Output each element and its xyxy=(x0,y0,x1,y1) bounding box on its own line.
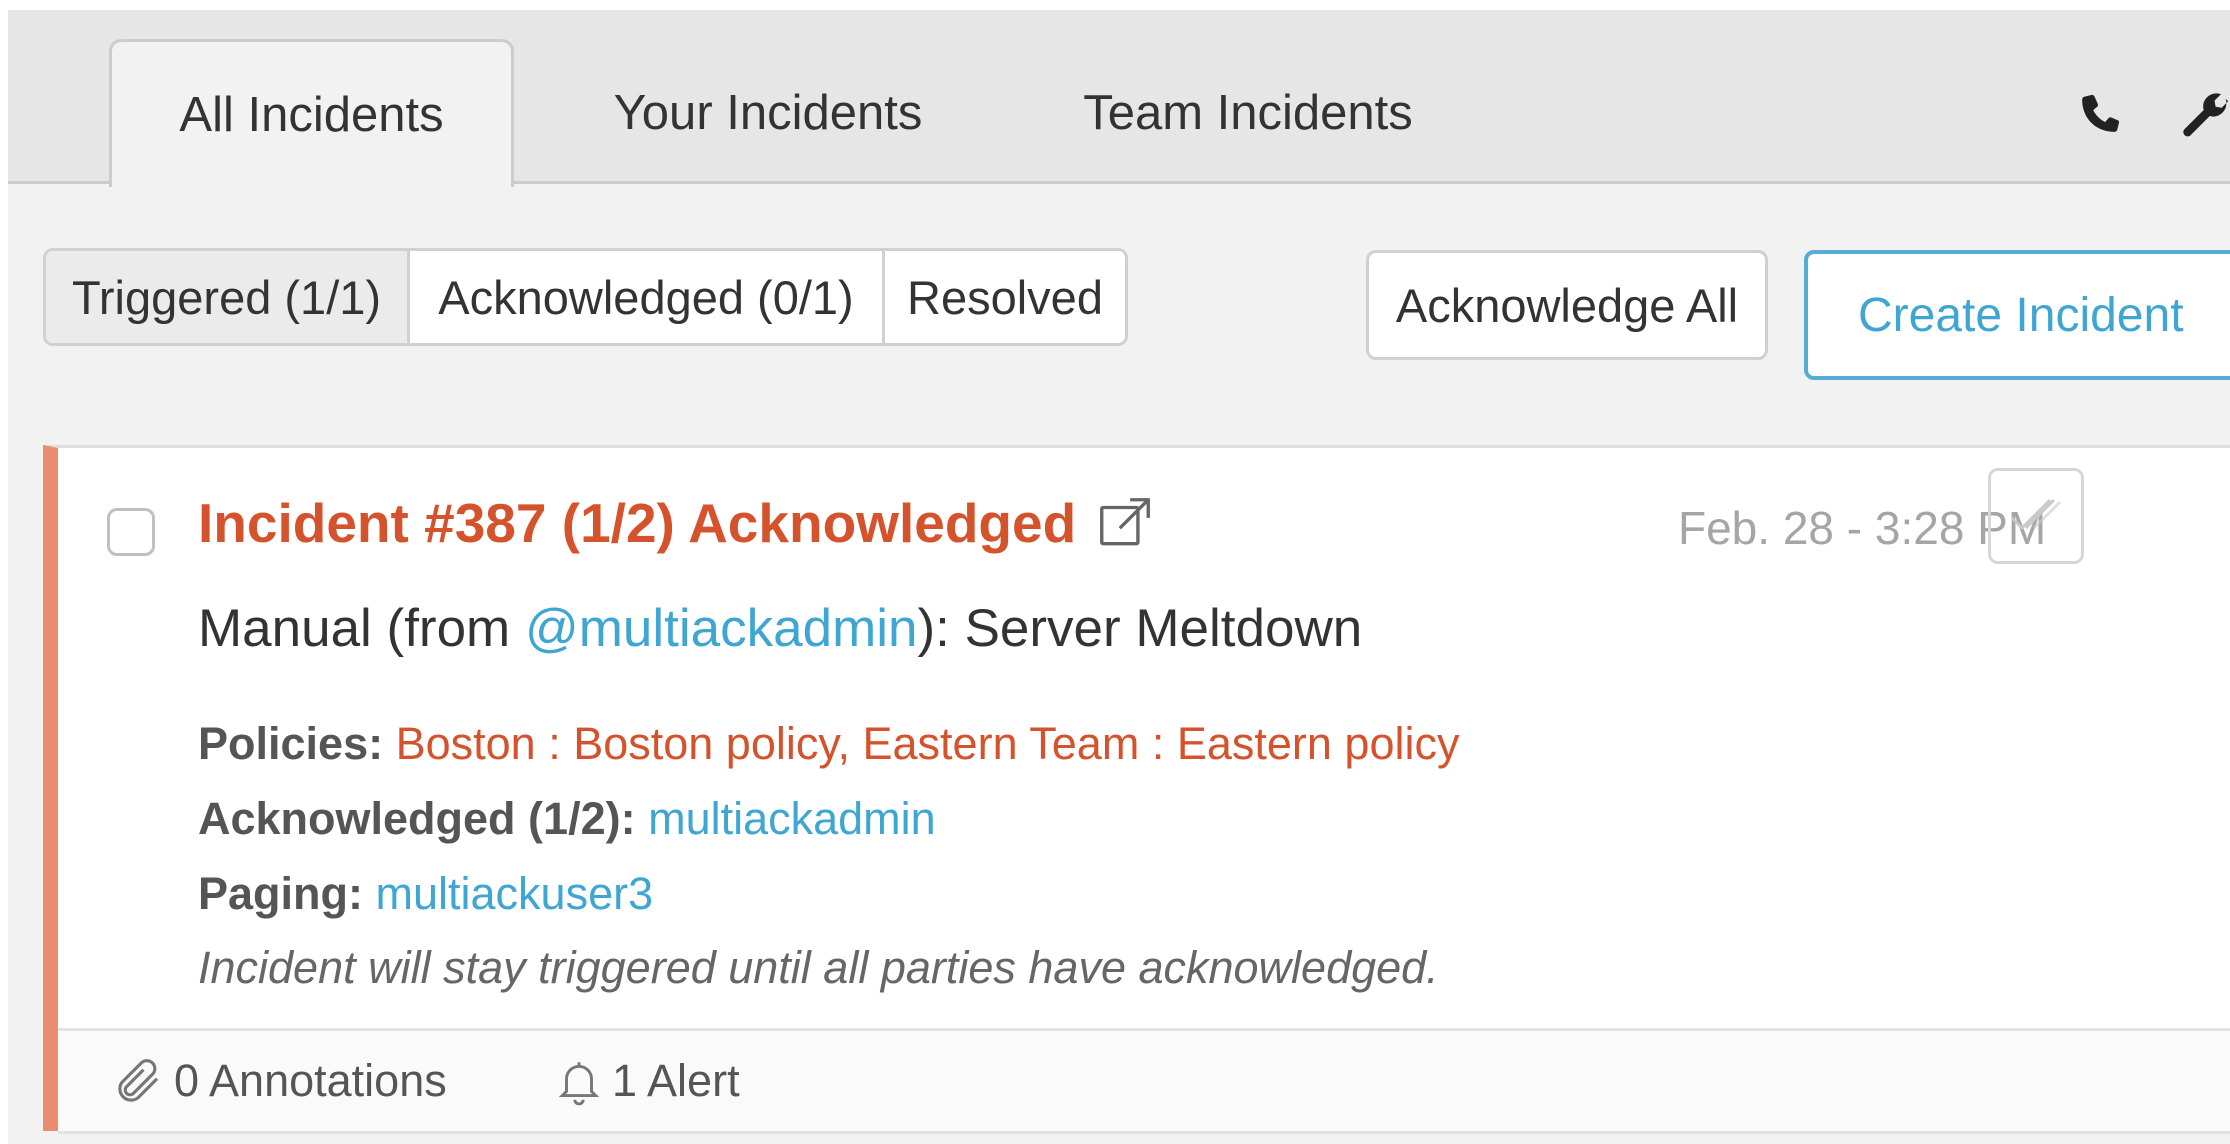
tab-your-incidents[interactable]: Your Incidents xyxy=(568,39,968,187)
policies-label: Policies: xyxy=(198,718,384,769)
phone-icon[interactable] xyxy=(2066,78,2136,148)
wrench-icon[interactable] xyxy=(2170,78,2230,148)
create-incident-button[interactable]: Create Incident xyxy=(1804,250,2230,380)
policies-link[interactable]: Boston : Boston policy, Eastern Team : E… xyxy=(396,718,1460,769)
acknowledge-all-button[interactable]: Acknowledge All xyxy=(1366,250,1768,360)
alerts-count: 1 Alert xyxy=(612,1055,740,1106)
tab-all-incidents[interactable]: All Incidents xyxy=(109,39,514,187)
filter-resolved[interactable]: Resolved xyxy=(885,251,1125,343)
policies-row: Policies: Boston : Boston policy, Easter… xyxy=(198,718,1459,770)
tab-bar: All Incidents Your Incidents Team Incide… xyxy=(8,10,2230,187)
paging-user-link[interactable]: multiackuser3 xyxy=(376,868,654,919)
incident-title-text[interactable]: Incident #387 (1/2) Acknowledged xyxy=(198,491,1076,555)
incident-footer: 0 Annotations 1 Alert xyxy=(58,1028,2230,1134)
status-filter-group: Triggered (1/1) Acknowledged (0/1) Resol… xyxy=(43,248,1128,346)
annotations-link[interactable]: 0 Annotations xyxy=(112,1031,447,1131)
incidents-page: All Incidents Your Incidents Team Incide… xyxy=(8,10,2230,1144)
incident-card: Incident #387 (1/2) Acknowledged Feb. 28… xyxy=(43,445,2230,1134)
bell-icon xyxy=(554,1054,604,1108)
incident-summary: Manual (from @multiackadmin): Server Mel… xyxy=(198,598,1362,659)
external-link-icon[interactable] xyxy=(1094,492,1156,554)
summary-suffix: ): Server Meltdown xyxy=(917,599,1363,658)
incident-select-checkbox[interactable] xyxy=(107,508,155,556)
tab-team-incidents[interactable]: Team Incidents xyxy=(1048,39,1448,187)
paging-label: Paging: xyxy=(198,868,363,919)
paging-row: Paging: multiackuser3 xyxy=(198,868,653,920)
filter-triggered[interactable]: Triggered (1/1) xyxy=(46,251,410,343)
summary-user-link[interactable]: @multiackadmin xyxy=(525,599,918,658)
incident-title[interactable]: Incident #387 (1/2) Acknowledged xyxy=(198,478,1156,568)
summary-prefix: Manual (from xyxy=(198,599,525,658)
acknowledged-label: Acknowledged (1/2): xyxy=(198,793,636,844)
alerts-link[interactable]: 1 Alert xyxy=(554,1031,740,1131)
annotations-count: 0 Annotations xyxy=(174,1055,447,1106)
filter-acknowledged[interactable]: Acknowledged (0/1) xyxy=(410,251,885,343)
incident-note: Incident will stay triggered until all p… xyxy=(198,942,1439,993)
paperclip-icon xyxy=(112,1054,166,1108)
acknowledged-row: Acknowledged (1/2): multiackadmin xyxy=(198,793,936,845)
acknowledged-user-link[interactable]: multiackadmin xyxy=(648,793,936,844)
acknowledge-check-icon[interactable] xyxy=(1988,468,2084,564)
